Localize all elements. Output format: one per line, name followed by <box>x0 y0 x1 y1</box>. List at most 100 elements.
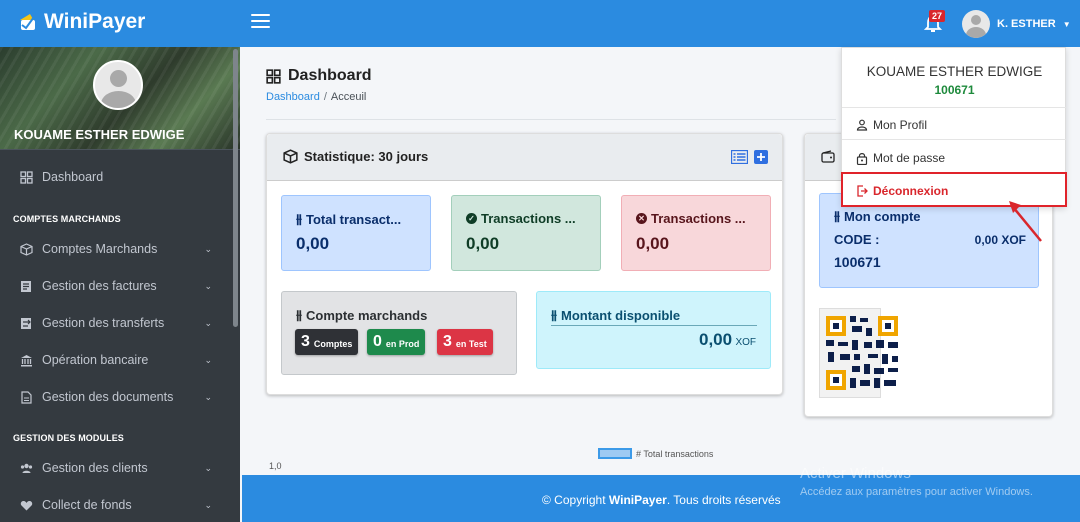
sliders-icon: ⫵ <box>296 211 302 226</box>
windows-watermark-text: Accédez aux paramètres pour activer Wind… <box>800 486 1033 498</box>
x-circle-icon: ✕ <box>636 213 647 224</box>
footer: © Copyright WiniPayer. Tous droits réser… <box>242 475 1080 522</box>
sidebar-item-documents[interactable]: Gestion des documents ⌄ <box>20 390 220 404</box>
document-icon <box>21 390 32 404</box>
chevron-down-icon: ⌄ <box>204 499 212 510</box>
badge-comptes: 3 Comptes <box>295 329 359 355</box>
sidebar-section-heading: COMPTES MARCHANDS <box>13 214 121 224</box>
legend-swatch <box>598 448 632 459</box>
card-title-text: Statistique: 30 jours <box>304 149 429 164</box>
annotation-arrow-icon <box>1009 201 1042 242</box>
grid-icon <box>20 170 33 184</box>
stat-label: ✕ Transactions ... <box>636 211 746 226</box>
user-menu-toggle[interactable]: K. ESTHER ▼ <box>962 10 1071 38</box>
add-icon[interactable] <box>754 150 768 164</box>
sidebar-item-collect[interactable]: Collect de fonds ⌄ <box>20 498 220 512</box>
footer-brand-link[interactable]: WiniPayer <box>609 493 667 507</box>
cube-icon <box>20 242 33 256</box>
sidebar-item-label: Gestion des clients <box>42 461 148 475</box>
copyright-text: © Copyright WiniPayer. Tous droits réser… <box>542 493 781 507</box>
qr-code[interactable] <box>819 308 898 398</box>
invoice-icon <box>21 280 31 292</box>
sidebar-item-clients[interactable]: Gestion des clients ⌄ <box>20 461 220 475</box>
sidebar-item-label: Gestion des documents <box>42 390 174 404</box>
sidebar-section-heading: GESTION DES MODULES <box>13 433 124 443</box>
lock-icon <box>856 152 868 165</box>
card-tools <box>731 150 768 164</box>
check-circle-icon: ✓ <box>466 213 477 224</box>
sidebar-avatar <box>93 60 143 110</box>
sidebar-user-panel: KOUAME ESTHER EDWIGE <box>0 47 240 149</box>
sliders-icon: ⫵ <box>296 307 302 322</box>
menu-item-profile[interactable]: Mon Profil <box>856 118 927 132</box>
stat-label: ⫵ Compte marchands <box>296 307 428 323</box>
cube-icon <box>283 149 298 164</box>
breadcrumb-home-link[interactable]: Dashboard <box>266 91 320 103</box>
card-title: Statistique: 30 jours <box>283 149 428 164</box>
brand-name: WiniPayer <box>44 10 146 33</box>
chevron-down-icon: ⌄ <box>204 462 212 473</box>
page-title-text: Dashboard <box>288 67 372 84</box>
stats-card: Statistique: 30 jours ⫵ Total transact...… <box>266 133 783 395</box>
sidebar-item-label: Gestion des transferts <box>42 316 165 330</box>
total-transactions-box[interactable]: ⫵ Total transact... 0,00 <box>281 195 431 271</box>
wallet-logo-icon <box>20 14 35 30</box>
sidebar-item-label: Dashboard <box>42 170 104 184</box>
chevron-down-icon: ⌄ <box>204 280 212 291</box>
card-header: Statistique: 30 jours <box>267 134 782 181</box>
avatar <box>962 10 990 38</box>
user-icon <box>856 119 868 131</box>
stat-label: ✓ Transactions ... <box>466 211 576 226</box>
breadcrumb-current: Acceuil <box>330 91 367 103</box>
transfer-icon <box>21 317 31 329</box>
page-title: Dashboard <box>266 67 372 85</box>
sidebar-item-transferts[interactable]: Gestion des transferts ⌄ <box>20 316 220 330</box>
divider <box>266 119 836 120</box>
y-axis-tick: 1,0 <box>269 461 282 471</box>
sidebar-item-factures[interactable]: Gestion des factures ⌄ <box>20 279 220 293</box>
list-icon[interactable] <box>731 150 748 164</box>
menu-item-password[interactable]: Mot de passe <box>856 151 945 165</box>
sidebar: KOUAME ESTHER EDWIGE Dashboard COMPTES M… <box>0 47 240 522</box>
sidebar-scrollbar[interactable] <box>233 49 238 327</box>
sidebar-item-comptes-marchands[interactable]: Comptes Marchands ⌄ <box>20 242 220 256</box>
menu-toggle-icon[interactable] <box>251 14 270 30</box>
chart-legend: # Total transactions <box>598 448 713 459</box>
brand[interactable]: WiniPayer <box>18 10 145 34</box>
bank-icon <box>21 354 32 366</box>
qr-code-icon <box>826 316 898 390</box>
successful-transactions-box[interactable]: ✓ Transactions ... 0,00 <box>451 195 601 271</box>
dropdown-user-code: 100671 <box>934 83 975 97</box>
stat-label: ⫵ Montant disponible <box>551 307 681 323</box>
legend-label: # Total transactions <box>636 448 714 459</box>
heart-pulse-icon <box>20 500 33 510</box>
breadcrumb-separator: / <box>323 91 327 103</box>
divider <box>551 325 757 326</box>
users-icon <box>20 463 33 473</box>
sidebar-item-label: Comptes Marchands <box>42 242 158 256</box>
grid-icon <box>266 68 281 84</box>
user-short-name: K. ESTHER <box>997 18 1056 30</box>
available-amount-box[interactable]: ⫵ Montant disponible 0,00 XOF <box>536 291 771 369</box>
divider <box>842 107 1066 108</box>
failed-transactions-box[interactable]: ✕ Transactions ... 0,00 <box>621 195 771 271</box>
sidebar-item-label: Collect de fonds <box>42 498 132 512</box>
divider <box>842 139 1066 140</box>
sidebar-item-label: Opération bancaire <box>42 353 149 367</box>
wallet-icon <box>821 149 835 163</box>
sidebar-item-dashboard[interactable]: Dashboard <box>20 170 220 184</box>
sidebar-item-operation-bancaire[interactable]: Opération bancaire ⌄ <box>20 353 220 367</box>
available-amount: 0,00 XOF <box>699 330 756 349</box>
divider <box>0 149 240 150</box>
account-code: 100671 <box>834 254 881 270</box>
top-navbar: WiniPayer 27 K. ESTHER ▼ <box>0 0 1080 47</box>
badge-prod: 0 en Prod <box>367 329 426 355</box>
sliders-icon: ⫵ <box>551 307 557 322</box>
chevron-down-icon: ⌄ <box>204 354 212 365</box>
dropdown-user-name: KOUAME ESTHER EDWIGE <box>866 64 1043 79</box>
notification-badge: 27 <box>929 10 946 22</box>
sidebar-item-label: Gestion des factures <box>42 279 157 293</box>
stat-value: 0,00 <box>466 234 500 253</box>
sliders-icon: ⫵ <box>834 208 840 223</box>
merchant-accounts-box[interactable]: ⫵ Compte marchands 3 Comptes 0 en Prod 3 en … <box>281 291 517 375</box>
